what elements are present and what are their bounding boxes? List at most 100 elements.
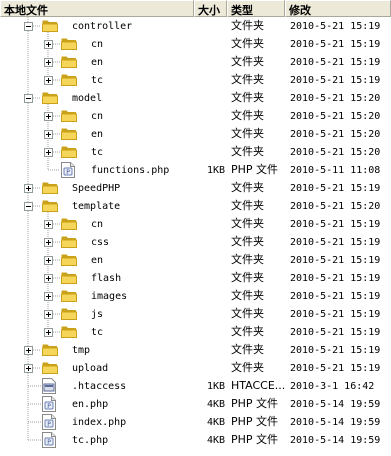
expand-toggle-icon[interactable] xyxy=(44,292,53,301)
php-file-icon: P xyxy=(61,162,75,178)
expand-toggle-icon[interactable] xyxy=(44,148,53,157)
folder-row[interactable]: css 文件夹 2010-5-21 15:19 xyxy=(0,233,391,251)
folder-row[interactable]: SpeedPHP 文件夹 2010-5-21 15:19 xyxy=(0,179,391,197)
item-name: en xyxy=(91,255,104,266)
item-name: tc xyxy=(91,75,104,86)
file-row[interactable]: Ptc.php 4KB PHP 文件 2010-5-14 19:59 xyxy=(0,431,391,449)
expand-toggle-icon[interactable] xyxy=(44,130,53,139)
item-name: cn xyxy=(91,111,104,122)
folder-icon xyxy=(61,128,77,140)
file-row[interactable]: Pindex.php 4KB PHP 文件 2010-5-14 19:59 xyxy=(0,413,391,431)
item-type: 文件夹 xyxy=(231,217,264,230)
item-name: controller xyxy=(72,21,133,32)
item-modified: 2010-5-14 19:59 xyxy=(290,435,381,446)
folder-icon xyxy=(61,146,77,158)
svg-text:P: P xyxy=(47,439,51,446)
folder-icon xyxy=(42,182,58,194)
expand-toggle-icon[interactable] xyxy=(44,76,53,85)
item-modified: 2010-5-21 15:19 xyxy=(290,21,381,32)
expand-toggle-icon[interactable] xyxy=(44,238,53,247)
folder-row[interactable]: model 文件夹 2010-5-21 15:20 xyxy=(0,89,391,107)
column-size-header[interactable]: 大小 xyxy=(194,0,227,17)
collapse-toggle-icon[interactable] xyxy=(24,22,33,31)
item-name: cn xyxy=(91,39,104,50)
item-modified: 2010-5-21 15:20 xyxy=(290,93,381,104)
item-modified: 2010-5-21 15:19 xyxy=(290,327,381,338)
item-type: 文件夹 xyxy=(231,307,264,320)
item-name: images xyxy=(91,291,128,302)
php-file-icon: P xyxy=(42,432,56,448)
folder-row[interactable]: en 文件夹 2010-5-21 15:19 xyxy=(0,53,391,71)
folder-row[interactable]: controller 文件夹 2010-5-21 15:19 xyxy=(0,17,391,35)
folder-row[interactable]: template 文件夹 2010-5-21 15:20 xyxy=(0,197,391,215)
item-modified: 2010-5-14 19:59 xyxy=(290,399,381,410)
item-name: SpeedPHP xyxy=(72,183,121,194)
folder-row[interactable]: cn 文件夹 2010-5-21 15:19 xyxy=(0,215,391,233)
item-type: PHP 文件 xyxy=(231,415,279,428)
folder-icon xyxy=(61,218,77,230)
item-name: en xyxy=(91,57,104,68)
folder-row[interactable]: tc 文件夹 2010-5-21 15:19 xyxy=(0,323,391,341)
item-modified: 2010-5-21 15:19 xyxy=(290,57,381,68)
expand-toggle-icon[interactable] xyxy=(44,112,53,121)
folder-row[interactable]: en 文件夹 2010-5-21 15:20 xyxy=(0,125,391,143)
item-name: tc xyxy=(91,327,104,338)
collapse-toggle-icon[interactable] xyxy=(24,202,33,211)
folder-icon xyxy=(61,272,77,284)
file-row[interactable]: Pen.php 4KB PHP 文件 2010-5-14 19:59 xyxy=(0,395,391,413)
item-name: en.php xyxy=(72,399,109,410)
expand-toggle-icon[interactable] xyxy=(44,310,53,319)
php-file-icon: P xyxy=(42,396,56,412)
folder-row[interactable]: cn 文件夹 2010-5-21 15:20 xyxy=(0,107,391,125)
file-row[interactable]: .htaccess 1KB HTACCE... 2010-3-1 16:42 xyxy=(0,377,391,395)
folder-row[interactable]: tc 文件夹 2010-5-21 15:19 xyxy=(0,71,391,89)
item-type: 文件夹 xyxy=(231,145,264,158)
item-name: model xyxy=(72,93,103,104)
expand-toggle-icon[interactable] xyxy=(44,40,53,49)
item-name: tmp xyxy=(72,345,91,356)
item-name: flash xyxy=(91,273,122,284)
expand-toggle-icon[interactable] xyxy=(44,274,53,283)
expand-toggle-icon[interactable] xyxy=(44,220,53,229)
column-type-header[interactable]: 类型 xyxy=(227,0,285,17)
folder-row[interactable]: cn 文件夹 2010-5-21 15:19 xyxy=(0,35,391,53)
folder-row[interactable]: upload 文件夹 2010-5-21 15:19 xyxy=(0,359,391,377)
folder-icon xyxy=(61,254,77,266)
folder-icon xyxy=(42,20,58,32)
folder-row[interactable]: tmp 文件夹 2010-5-21 15:19 xyxy=(0,341,391,359)
expand-toggle-icon[interactable] xyxy=(24,346,33,355)
column-header: 本地文件 大小 类型 修改 xyxy=(0,0,391,17)
folder-row[interactable]: flash 文件夹 2010-5-21 15:19 xyxy=(0,269,391,287)
expand-toggle-icon[interactable] xyxy=(44,58,53,67)
item-type: 文件夹 xyxy=(231,181,264,194)
folder-row[interactable]: en 文件夹 2010-5-21 15:19 xyxy=(0,251,391,269)
column-modified-header[interactable]: 修改 xyxy=(285,0,391,17)
item-size: 4KB xyxy=(206,399,225,410)
folder-icon xyxy=(61,38,77,50)
folder-row[interactable]: js 文件夹 2010-5-21 15:19 xyxy=(0,305,391,323)
file-row[interactable]: Pfunctions.php 1KB PHP 文件 2010-5-11 11:08 xyxy=(0,161,391,179)
item-type: PHP 文件 xyxy=(231,433,279,446)
expand-toggle-icon[interactable] xyxy=(44,256,53,265)
item-name: tc.php xyxy=(72,435,109,446)
config-file-icon xyxy=(42,378,56,394)
collapse-toggle-icon[interactable] xyxy=(24,94,33,103)
item-modified: 2010-5-21 15:19 xyxy=(290,255,381,266)
folder-row[interactable]: tc 文件夹 2010-5-21 15:20 xyxy=(0,143,391,161)
expand-toggle-icon[interactable] xyxy=(24,184,33,193)
item-name: template xyxy=(72,201,121,212)
expand-toggle-icon[interactable] xyxy=(24,364,33,373)
folder-icon xyxy=(61,308,77,320)
item-size: 4KB xyxy=(206,435,225,446)
svg-text:P: P xyxy=(66,169,70,176)
expand-toggle-icon[interactable] xyxy=(44,328,53,337)
item-modified: 2010-5-21 15:19 xyxy=(290,183,381,194)
item-size: 4KB xyxy=(206,417,225,428)
item-modified: 2010-5-14 19:59 xyxy=(290,417,381,428)
column-name-header[interactable]: 本地文件 xyxy=(0,0,194,17)
item-modified: 2010-5-21 15:20 xyxy=(290,201,381,212)
folder-icon xyxy=(42,200,58,212)
folder-row[interactable]: images 文件夹 2010-5-21 15:19 xyxy=(0,287,391,305)
file-list: controller 文件夹 2010-5-21 15:19 cn 文件夹 2010-5-… xyxy=(0,17,391,449)
item-type: 文件夹 xyxy=(231,361,264,374)
